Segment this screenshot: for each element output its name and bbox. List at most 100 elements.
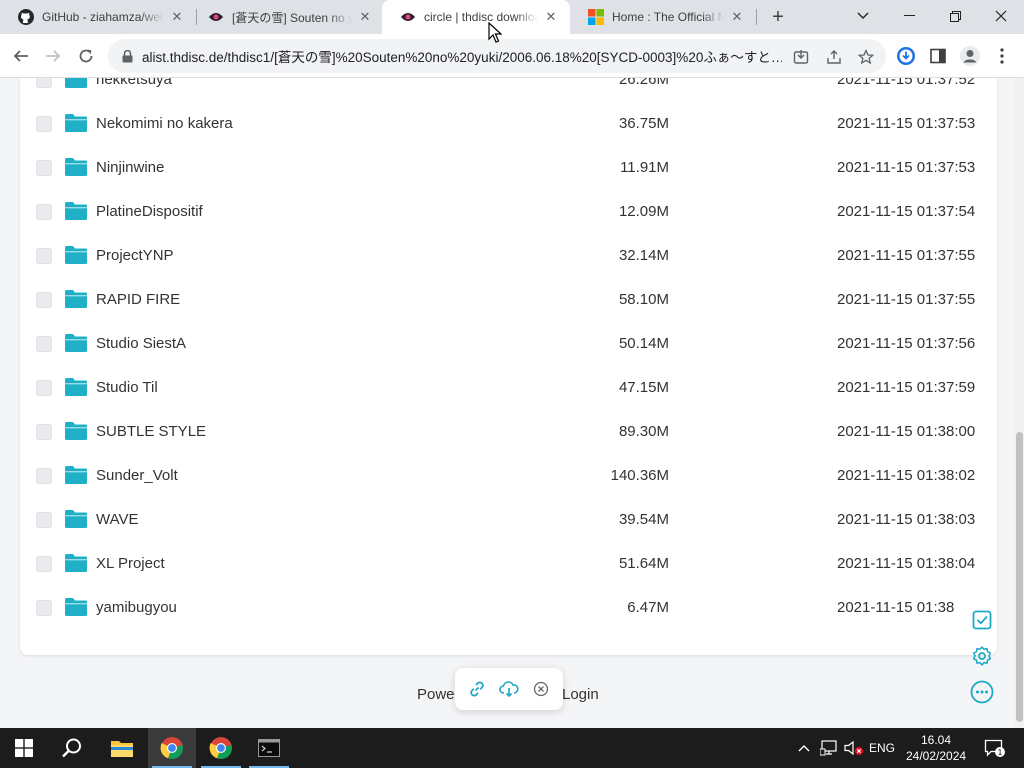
row-checkbox[interactable] [36,248,52,264]
file-row[interactable]: Ninjinwine 11.91M 2021-11-15 01:37:53 [20,146,997,190]
close-tab-icon[interactable]: ✕ [728,8,746,26]
folder-icon [65,422,87,440]
minimize-button[interactable] [886,0,932,32]
file-name[interactable]: ProjectYNP [96,247,174,264]
file-name[interactable]: XL Project [96,555,165,572]
row-checkbox[interactable] [36,424,52,440]
forward-button[interactable] [38,41,68,71]
tab-microsoft[interactable]: Home : The Official Microsoft Blog ✕ [570,0,756,34]
file-name[interactable]: Nekomimi no kakera [96,115,233,132]
file-row[interactable]: Nekomimi no kakera 36.75M 2021-11-15 01:37… [20,102,997,146]
file-name[interactable]: Studio SiestA [96,335,186,352]
tab-github[interactable]: GitHub - ziahamza/webui-aria2 ✕ [0,0,196,34]
lock-icon[interactable] [120,49,134,63]
row-checkbox[interactable] [36,116,52,132]
file-row[interactable]: WAVE 39.54M 2021-11-15 01:38:03 [20,498,997,542]
tab-search-icon[interactable] [840,0,886,32]
tab-title: circle | thdisc download [424,10,538,24]
language-indicator[interactable]: ENG [866,728,898,768]
close-window-button[interactable] [978,0,1024,32]
file-row[interactable]: XL Project 51.64M 2021-11-15 01:38:04 [20,542,997,586]
settings-gear-icon[interactable] [970,644,994,668]
back-button[interactable] [6,41,36,71]
row-checkbox[interactable] [36,292,52,308]
row-checkbox[interactable] [36,336,52,352]
file-row[interactable]: Studio SiestA 50.14M 2021-11-15 01:37:56 [20,322,997,366]
profile-avatar[interactable] [956,42,984,70]
tab-title: GitHub - ziahamza/webui-aria2 [42,10,164,24]
clock-date: 24/02/2024 [906,749,967,763]
more-menu-icon[interactable] [988,42,1016,70]
tab-circle-active[interactable]: circle | thdisc download ✕ [382,0,570,34]
file-row[interactable]: Studio Til 47.15M 2021-11-15 01:37:59 [20,366,997,410]
volume-muted-icon[interactable] [842,728,866,768]
row-checkbox[interactable] [36,468,52,484]
search-icon[interactable] [48,728,96,768]
file-row[interactable]: nekketsuya 26.26M 2021-11-15 01:37:52 [20,78,997,102]
install-app-icon[interactable] [791,47,811,67]
file-name[interactable]: Sunder_Volt [96,467,178,484]
share-icon[interactable] [824,47,844,67]
file-row[interactable]: Sunder_Volt 140.36M 2021-11-15 01:38:02 [20,454,997,498]
file-explorer-icon[interactable] [98,728,146,768]
file-row[interactable]: SUBTLE STYLE 89.30M 2021-11-15 01:38:00 [20,410,997,454]
row-checkbox[interactable] [36,556,52,572]
row-checkbox[interactable] [36,78,52,88]
cancel-selection-icon[interactable] [530,678,552,700]
row-checkbox[interactable] [36,204,52,220]
file-name[interactable]: Ninjinwine [96,159,164,176]
file-modified: 2021-11-15 01:37:53 [837,115,976,132]
multi-select-icon[interactable] [970,608,994,632]
file-row[interactable]: ProjectYNP 32.14M 2021-11-15 01:37:55 [20,234,997,278]
start-button[interactable] [0,728,48,768]
file-name[interactable]: SUBTLE STYLE [96,423,206,440]
close-tab-icon[interactable]: ✕ [168,8,186,26]
file-name[interactable]: WAVE [96,511,139,528]
downloads-icon[interactable] [892,42,920,70]
bookmark-star-icon[interactable] [856,47,876,67]
terminal-icon[interactable] [245,728,293,768]
network-icon[interactable] [817,728,841,768]
file-list: nekketsuya 26.26M 2021-11-15 01:37:52 Nekom… [20,78,997,655]
file-row[interactable]: RAPID FIRE 58.10M 2021-11-15 01:37:55 [20,278,997,322]
file-name[interactable]: nekketsuya [96,78,172,88]
close-tab-icon[interactable]: ✕ [542,8,560,26]
row-checkbox[interactable] [36,160,52,176]
scrollbar-thumb[interactable] [1016,432,1023,722]
login-link[interactable]: Login [562,686,599,703]
row-checkbox[interactable] [36,600,52,616]
reload-button[interactable] [71,41,101,71]
file-row[interactable]: yamibugyou 6.47M 2021-11-15 01:38 [20,586,997,630]
address-bar[interactable]: alist.thdisc.de/thdisc1/[蒼天の雪]%20Souten%… [108,39,886,73]
more-options-icon[interactable] [970,680,994,704]
page-scrollbar[interactable] [1015,78,1024,728]
folder-icon [65,554,87,572]
copy-link-icon[interactable] [466,678,488,700]
file-name[interactable]: RAPID FIRE [96,291,180,308]
folder-icon [65,510,87,528]
clock-time: 16.04 [920,733,952,747]
browser-toolbar: alist.thdisc.de/thdisc1/[蒼天の雪]%20Souten%… [0,34,1024,78]
system-clock[interactable]: 16.04 24/02/2024 [906,732,966,764]
file-size: 89.30M [618,423,669,440]
notification-center-icon[interactable]: 1 [980,728,1010,768]
file-name[interactable]: PlatineDispositif [96,203,203,220]
chrome-taskbar-icon[interactable] [148,728,196,768]
file-name[interactable]: yamibugyou [96,599,177,616]
file-row[interactable]: PlatineDispositif 12.09M 2021-11-15 01:37:… [20,190,997,234]
row-checkbox[interactable] [36,380,52,396]
cloud-download-icon[interactable] [498,678,520,700]
tab-souten[interactable]: [蒼天の雪] Souten no yuki ✕ [190,0,384,34]
url-text[interactable]: alist.thdisc.de/thdisc1/[蒼天の雪]%20Souten%… [142,46,782,66]
close-tab-icon[interactable]: ✕ [356,8,374,26]
folder-icon [65,334,87,352]
file-name[interactable]: Studio Til [96,379,158,396]
show-hidden-icons-icon[interactable] [794,728,814,768]
row-checkbox[interactable] [36,512,52,528]
file-modified: 2021-11-15 01:37:54 [837,203,976,220]
restore-button[interactable] [932,0,978,32]
new-tab-button[interactable]: + [765,4,791,30]
file-size: 12.09M [618,203,669,220]
side-panel-icon[interactable] [924,42,952,70]
chrome-taskbar-icon[interactable] [197,728,245,768]
